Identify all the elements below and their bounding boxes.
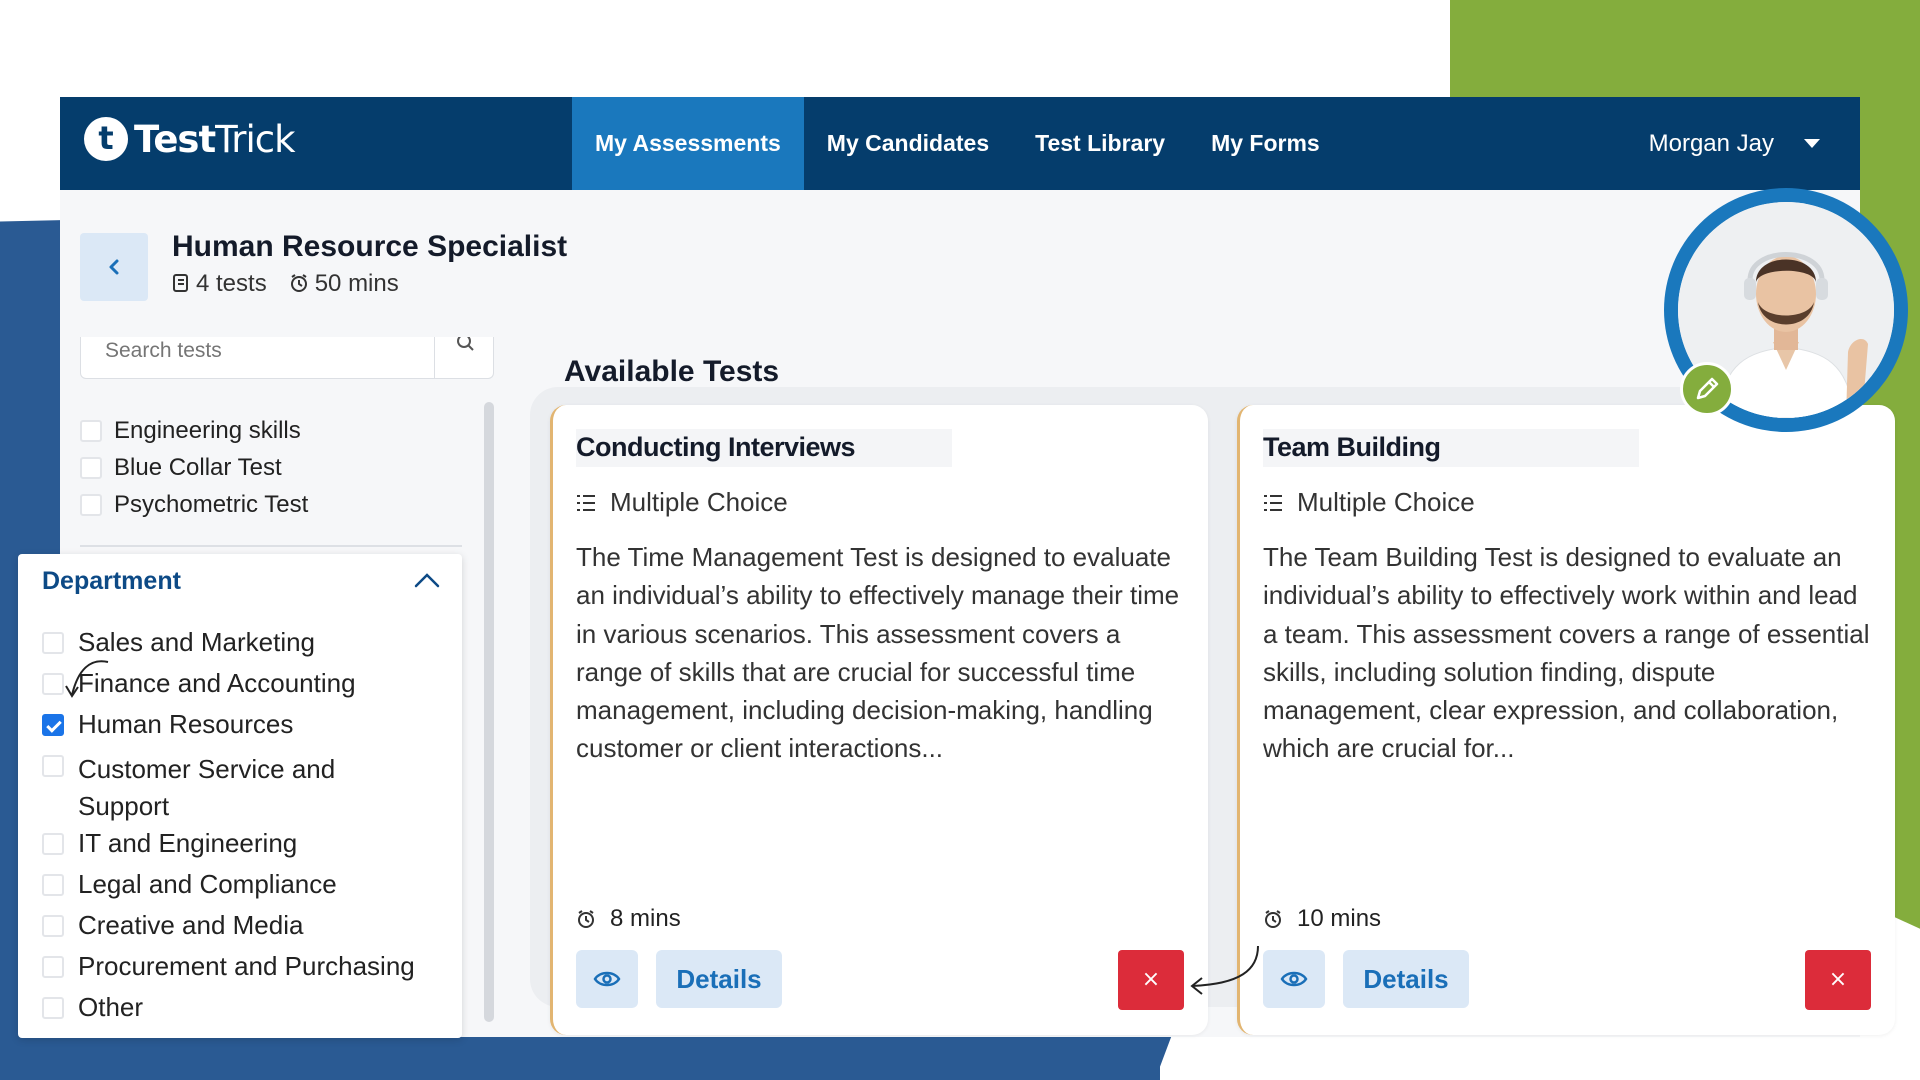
checkbox[interactable] <box>42 955 64 978</box>
section-title: Available Tests <box>564 355 780 388</box>
caret-down-icon <box>1804 139 1820 148</box>
details-button[interactable]: Details <box>1343 950 1469 1008</box>
edit-avatar-button[interactable] <box>1680 362 1734 416</box>
tests-count: 4 tests <box>172 270 267 298</box>
remove-button[interactable]: × <box>1118 950 1184 1010</box>
department-item[interactable]: Legal and Compliance <box>42 864 415 905</box>
department-item[interactable]: IT and Engineering <box>42 823 415 864</box>
user-name: Morgan Jay <box>1648 129 1774 157</box>
chevron-up-icon[interactable] <box>412 566 442 596</box>
assessment-meta: 4 tests 50 mins <box>172 270 399 298</box>
sidebar-scrollbar[interactable] <box>484 402 494 1022</box>
details-button[interactable]: Details <box>656 950 782 1008</box>
page-title: Human Resource Specialist <box>172 230 568 263</box>
test-type: Multiple Choice <box>576 487 788 518</box>
search-divider <box>434 337 435 378</box>
user-menu[interactable]: Morgan Jay <box>1649 97 1820 190</box>
eye-icon <box>593 971 621 987</box>
pencil-icon <box>1696 377 1719 400</box>
filter-engineering-skills[interactable]: Engineering skills <box>80 412 308 449</box>
test-card: Conducting Interviews Multiple Choice Th… <box>550 405 1208 1035</box>
test-card-title: Team Building <box>1263 429 1639 467</box>
checkbox[interactable] <box>80 419 102 442</box>
test-description: The Team Building Test is designed to ev… <box>1263 542 1870 764</box>
list-icon <box>1264 494 1282 511</box>
filter-blue-collar-test[interactable]: Blue Collar Test <box>80 449 308 486</box>
checkbox-checked[interactable] <box>42 713 64 736</box>
checkbox[interactable] <box>42 873 64 896</box>
alarm-clock-icon <box>290 274 307 292</box>
search-input[interactable] <box>81 337 441 377</box>
department-item[interactable]: Sales and Marketing <box>42 622 415 663</box>
test-duration: 10 mins <box>1263 905 1381 933</box>
checkbox[interactable] <box>42 672 64 695</box>
search-icon[interactable] <box>457 337 475 355</box>
checkbox[interactable] <box>42 755 64 777</box>
nav-menu: My Assessments My Candidates Test Librar… <box>572 97 1343 190</box>
list-icon <box>577 494 595 511</box>
department-list: Sales and Marketing Finance and Accounti… <box>42 622 415 1028</box>
test-card-title: Conducting Interviews <box>576 429 952 467</box>
department-item[interactable]: Creative and Media <box>42 905 415 946</box>
preview-button[interactable] <box>576 950 638 1008</box>
logo[interactable]: t TestTrick <box>84 117 296 161</box>
test-duration: 8 mins <box>576 905 681 933</box>
department-title: Department <box>42 567 181 595</box>
department-item[interactable]: Finance and Accounting <box>42 663 415 704</box>
filter-psychometric-test[interactable]: Psychometric Test <box>80 486 308 523</box>
top-navigation: t TestTrick My Assessments My Candidates… <box>60 97 1860 190</box>
department-item[interactable]: Procurement and Purchasing <box>42 946 415 987</box>
nav-my-assessments[interactable]: My Assessments <box>572 97 804 190</box>
checkbox[interactable] <box>42 832 64 855</box>
sidebar-divider <box>80 545 462 547</box>
department-item[interactable]: Other <box>42 987 415 1028</box>
logo-mark: t <box>84 117 128 161</box>
test-type: Multiple Choice <box>1263 487 1475 518</box>
department-item[interactable]: Human Resources <box>42 704 415 745</box>
checkbox[interactable] <box>80 493 102 516</box>
department-filter-panel: Department Sales and Marketing Finance a… <box>18 554 462 1038</box>
nav-my-candidates[interactable]: My Candidates <box>804 97 1012 190</box>
checkbox[interactable] <box>80 456 102 479</box>
back-button[interactable] <box>80 233 148 301</box>
search-box <box>80 337 494 379</box>
eye-icon <box>1280 971 1308 987</box>
alarm-clock-icon <box>578 910 594 928</box>
checkbox[interactable] <box>42 914 64 937</box>
department-item[interactable]: Customer Service and Support <box>42 745 415 823</box>
alarm-clock-icon <box>1265 910 1281 928</box>
nav-test-library[interactable]: Test Library <box>1012 97 1188 190</box>
test-description: The Time Management Test is designed to … <box>576 542 1180 764</box>
logo-text: TestTrick <box>134 117 296 161</box>
test-card: Team Building Multiple Choice The Team B… <box>1237 405 1895 1035</box>
checkbox[interactable] <box>42 631 64 654</box>
checkbox[interactable] <box>42 996 64 1019</box>
clipboard-icon <box>173 274 188 292</box>
remove-button[interactable]: × <box>1805 950 1871 1010</box>
nav-my-forms[interactable]: My Forms <box>1188 97 1343 190</box>
assessment-duration: 50 mins <box>289 270 399 298</box>
preview-button[interactable] <box>1263 950 1325 1008</box>
chevron-left-icon <box>109 259 119 275</box>
test-type-filters: Engineering skills Blue Collar Test Psyc… <box>80 412 308 523</box>
